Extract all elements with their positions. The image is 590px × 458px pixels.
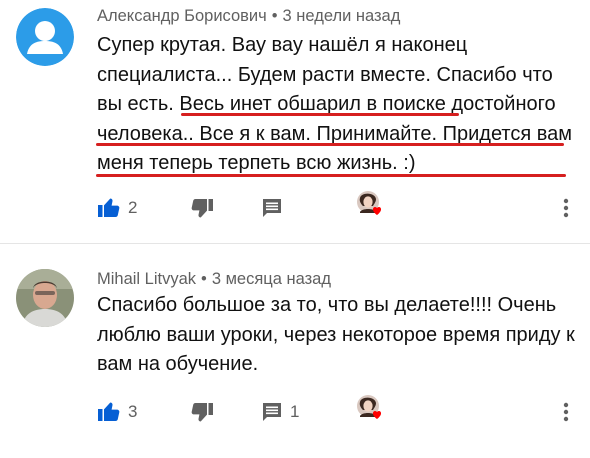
more-options-button[interactable] — [563, 397, 569, 427]
creator-heart — [355, 394, 385, 424]
comment-1: Александр Борисович • 3 недели назад Супер… — [0, 0, 590, 244]
creator-heart — [355, 190, 385, 220]
comment-meta: Александр Борисович • 3 недели назад — [97, 7, 400, 26]
comment-2: Mihail Litvyak • 3 месяца назад Спасибо бо… — [0, 245, 590, 458]
comment-text: Супер крутая. Вау вау нашёл я наконец сп… — [97, 34, 572, 174]
avatar[interactable] — [16, 269, 74, 327]
thumb-up-icon — [98, 402, 120, 421]
reply-button[interactable] — [261, 193, 290, 223]
comment-time[interactable]: 3 недели назад — [283, 7, 401, 25]
thumb-down-icon — [191, 199, 213, 218]
like-count: 2 — [128, 198, 138, 217]
underline-annotation — [96, 143, 564, 146]
comment-time[interactable]: 3 месяца назад — [212, 270, 331, 288]
dislike-button[interactable] — [190, 397, 214, 427]
like-count: 3 — [128, 402, 138, 421]
reply-icon — [263, 199, 281, 217]
like-button[interactable]: 3 — [97, 397, 137, 427]
more-vert-icon — [563, 402, 569, 422]
comment-actions: 3 1 — [97, 394, 587, 427]
creator-heart-icon — [357, 395, 382, 419]
creator-heart-icon — [357, 191, 382, 215]
thumb-down-icon — [191, 403, 213, 422]
like-button[interactable]: 2 — [97, 193, 137, 223]
underline-annotation — [181, 113, 459, 116]
dislike-button[interactable] — [190, 193, 214, 223]
more-options-button[interactable] — [563, 193, 569, 223]
comment-text: Спасибо большое за то, что вы делаете!!!… — [97, 294, 575, 375]
comment-divider — [0, 243, 590, 244]
more-vert-icon — [563, 198, 569, 218]
underline-annotation — [96, 174, 566, 177]
default-avatar-icon[interactable] — [16, 8, 74, 66]
thumb-up-icon — [98, 198, 120, 217]
meta-separator: • — [201, 270, 207, 288]
reply-count: 1 — [290, 402, 300, 421]
comment-actions: 2 — [97, 190, 587, 223]
meta-separator: • — [271, 7, 278, 25]
comment-meta: Mihail Litvyak • 3 месяца назад — [97, 270, 331, 289]
reply-icon — [263, 403, 281, 421]
reply-button[interactable]: 1 — [261, 397, 299, 427]
author-name[interactable]: Александр Борисович — [97, 7, 267, 25]
author-name[interactable]: Mihail Litvyak — [97, 270, 196, 288]
